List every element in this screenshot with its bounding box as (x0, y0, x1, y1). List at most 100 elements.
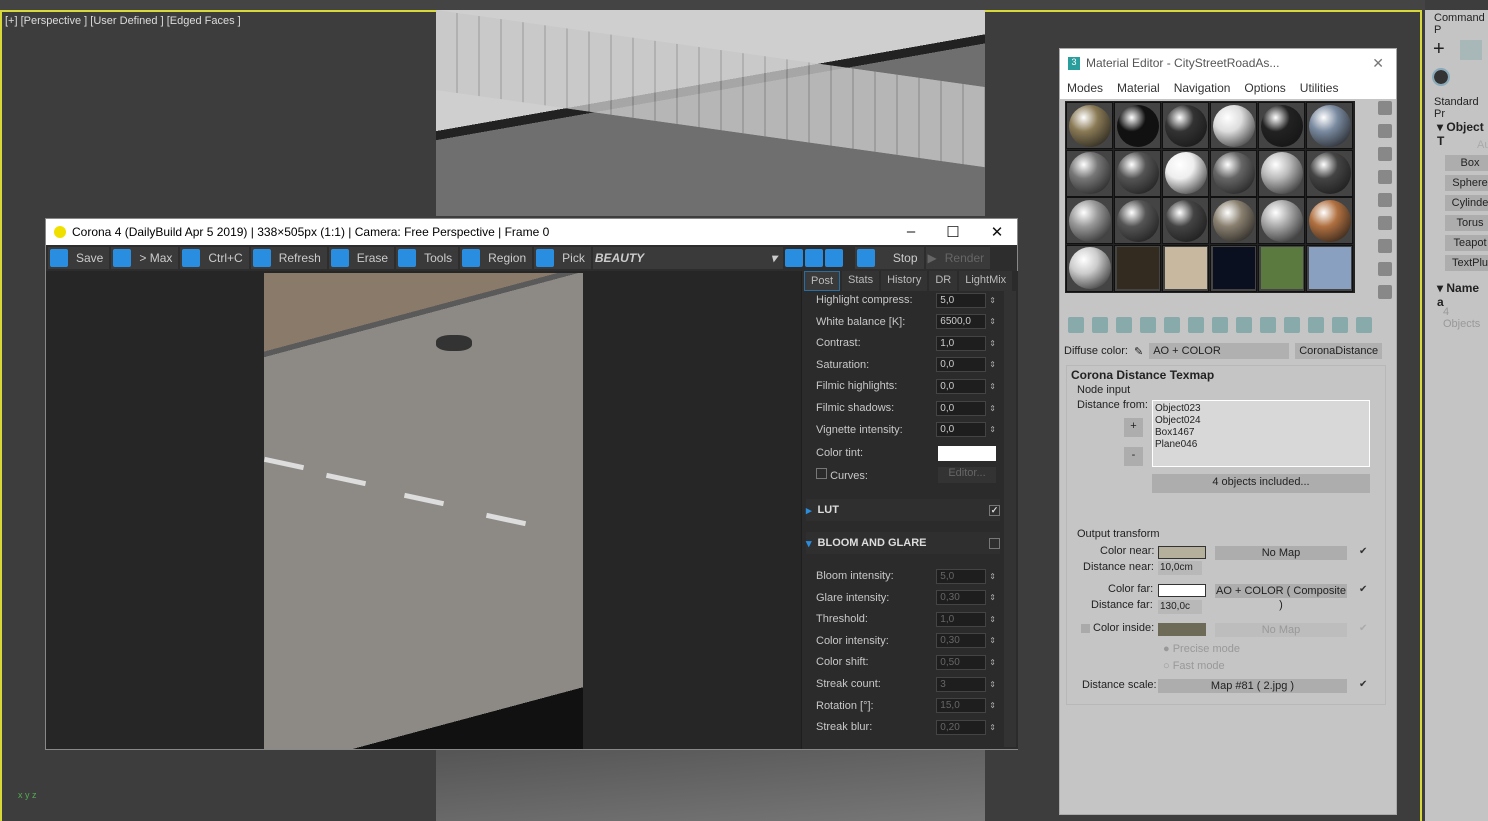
spinner-icon[interactable]: ⇕ (989, 425, 996, 434)
list-item[interactable]: Plane046 (1155, 439, 1367, 451)
panel-scrollbar[interactable] (1004, 291, 1016, 747)
material-slot[interactable] (1210, 197, 1257, 244)
inside-map-checkbox[interactable]: ✔ (1359, 623, 1367, 634)
material-tool-icon[interactable] (1332, 317, 1348, 333)
remove-object-button[interactable]: - (1124, 447, 1143, 466)
erase-button[interactable]: Erase (328, 247, 395, 269)
modify-tab-icon[interactable] (1460, 40, 1482, 60)
lut-section[interactable]: ▸ LUT ✓ (806, 499, 1000, 521)
setting-value-field[interactable]: 0,0 (936, 400, 987, 416)
eyedropper-icon[interactable]: ✎ (1134, 345, 1143, 358)
torus-button[interactable]: Torus (1445, 215, 1488, 231)
teapot-button[interactable]: Teapot (1445, 235, 1488, 251)
color-tint-swatch[interactable] (938, 445, 996, 461)
stop-button[interactable]: Stop (854, 247, 924, 269)
setting-value-field[interactable]: 5,0 (936, 292, 987, 308)
zoom-in-icon[interactable] (784, 249, 803, 267)
material-slot[interactable] (1306, 244, 1353, 292)
map-dropdown[interactable]: AO + COLOR (1149, 343, 1290, 359)
list-item[interactable]: Box1467 (1155, 427, 1367, 439)
distance-near-spinner[interactable]: 10,0cm (1158, 561, 1202, 575)
material-slot[interactable] (1114, 149, 1161, 197)
slot-option-icon[interactable] (1378, 216, 1392, 230)
material-slot[interactable] (1162, 244, 1209, 292)
distance-far-spinner[interactable]: 130,0c (1158, 600, 1202, 614)
slot-option-icon[interactable] (1378, 193, 1392, 207)
tab-history[interactable]: History (881, 271, 928, 291)
to-max-button[interactable]: > Max (111, 247, 179, 269)
near-map-checkbox[interactable]: ✔ (1359, 546, 1367, 557)
fast-mode-radio[interactable]: ○ Fast mode (1163, 660, 1225, 672)
material-slot[interactable] (1162, 197, 1209, 244)
setting-value-field[interactable]: 0,0 (936, 378, 987, 394)
lut-checkbox[interactable]: ✓ (989, 504, 1000, 516)
spinner-icon[interactable]: ⇕ (989, 317, 996, 326)
setting-value-field[interactable]: 1,0 (936, 611, 987, 627)
render-button[interactable]: ▶ Render (925, 247, 991, 269)
spinner-icon[interactable]: ⇕ (989, 404, 996, 413)
category-dropdown[interactable]: Standard Pr (1434, 96, 1488, 120)
far-map-button[interactable]: AO + COLOR ( Composite ) (1215, 584, 1347, 611)
color-near-swatch[interactable] (1158, 546, 1206, 559)
region-button[interactable]: Region (460, 247, 533, 269)
spinner-icon[interactable]: ⇕ (989, 296, 996, 305)
box-button[interactable]: Box (1445, 155, 1488, 171)
spinner-icon[interactable]: ⇕ (989, 658, 996, 667)
create-tab-icon[interactable]: + (1433, 38, 1445, 61)
distance-scale-checkbox[interactable]: ✔ (1359, 679, 1367, 690)
menu-material[interactable]: Material (1117, 81, 1160, 95)
material-tool-icon[interactable] (1308, 317, 1324, 333)
slot-option-icon[interactable] (1378, 262, 1392, 276)
tab-stats[interactable]: Stats (842, 271, 880, 291)
sphere-button[interactable]: Sphere (1445, 175, 1488, 191)
add-object-button[interactable]: + (1124, 418, 1143, 437)
map-type-button[interactable]: CoronaDistance (1295, 343, 1383, 359)
textplus-button[interactable]: TextPlu (1445, 255, 1488, 271)
slot-option-icon[interactable] (1378, 147, 1392, 161)
setting-value-field[interactable]: 1,0 (936, 335, 987, 351)
curves-editor-button[interactable]: Editor... (938, 467, 996, 483)
slot-option-icon[interactable] (1378, 170, 1392, 184)
copy-button[interactable]: Ctrl+C (180, 247, 249, 269)
material-slot[interactable] (1162, 149, 1209, 197)
material-tool-icon[interactable] (1140, 317, 1156, 333)
spinner-icon[interactable]: ⇕ (989, 339, 996, 348)
zoom-out-icon[interactable] (804, 249, 823, 267)
slot-option-icon[interactable] (1378, 101, 1392, 115)
distance-scale-map-button[interactable]: Map #81 ( 2.jpg ) (1158, 679, 1347, 693)
setting-value-field[interactable]: 0,0 (936, 422, 987, 438)
menu-utilities[interactable]: Utilities (1300, 81, 1339, 95)
material-tool-icon[interactable] (1212, 317, 1228, 333)
color-inside-swatch[interactable] (1158, 623, 1206, 636)
viewport-label[interactable]: [+] [Perspective ] [User Defined ] [Edge… (5, 15, 241, 27)
color-far-swatch[interactable] (1158, 584, 1206, 597)
material-slot[interactable] (1210, 149, 1257, 197)
setting-value-field[interactable]: 6500,0 (936, 314, 987, 330)
material-slot[interactable] (1114, 244, 1161, 292)
material-slot[interactable] (1210, 102, 1257, 149)
object-list[interactable]: Object023 Object024 Box1467 Plane046 (1152, 400, 1370, 467)
tab-dr[interactable]: DR (929, 271, 958, 291)
material-slot[interactable] (1306, 149, 1353, 197)
close-icon[interactable]: ✕ (982, 223, 1012, 241)
zoom-fit-icon[interactable] (824, 249, 843, 267)
bloom-checkbox[interactable] (989, 537, 1000, 549)
spinner-icon[interactable]: ⇕ (989, 615, 996, 624)
spinner-icon[interactable]: ⇕ (989, 360, 996, 369)
material-slot[interactable] (1114, 197, 1161, 244)
material-tool-icon[interactable] (1356, 317, 1372, 333)
tab-lightmix[interactable]: LightMix (959, 271, 1013, 291)
save-button[interactable]: Save (48, 247, 110, 269)
spinner-icon[interactable]: ⇕ (989, 593, 996, 602)
material-tool-icon[interactable] (1188, 317, 1204, 333)
menu-navigation[interactable]: Navigation (1174, 81, 1231, 95)
name-color-section[interactable]: ▾ Name a (1437, 281, 1488, 309)
setting-value-field[interactable]: 0,20 (936, 719, 987, 735)
list-item[interactable]: Object023 (1155, 403, 1367, 415)
setting-value-field[interactable]: 3 (936, 676, 987, 692)
material-tool-icon[interactable] (1164, 317, 1180, 333)
setting-value-field[interactable]: 5,0 (936, 568, 987, 584)
material-tool-icon[interactable] (1236, 317, 1252, 333)
tools-button[interactable]: Tools (396, 247, 459, 269)
material-tool-icon[interactable] (1260, 317, 1276, 333)
